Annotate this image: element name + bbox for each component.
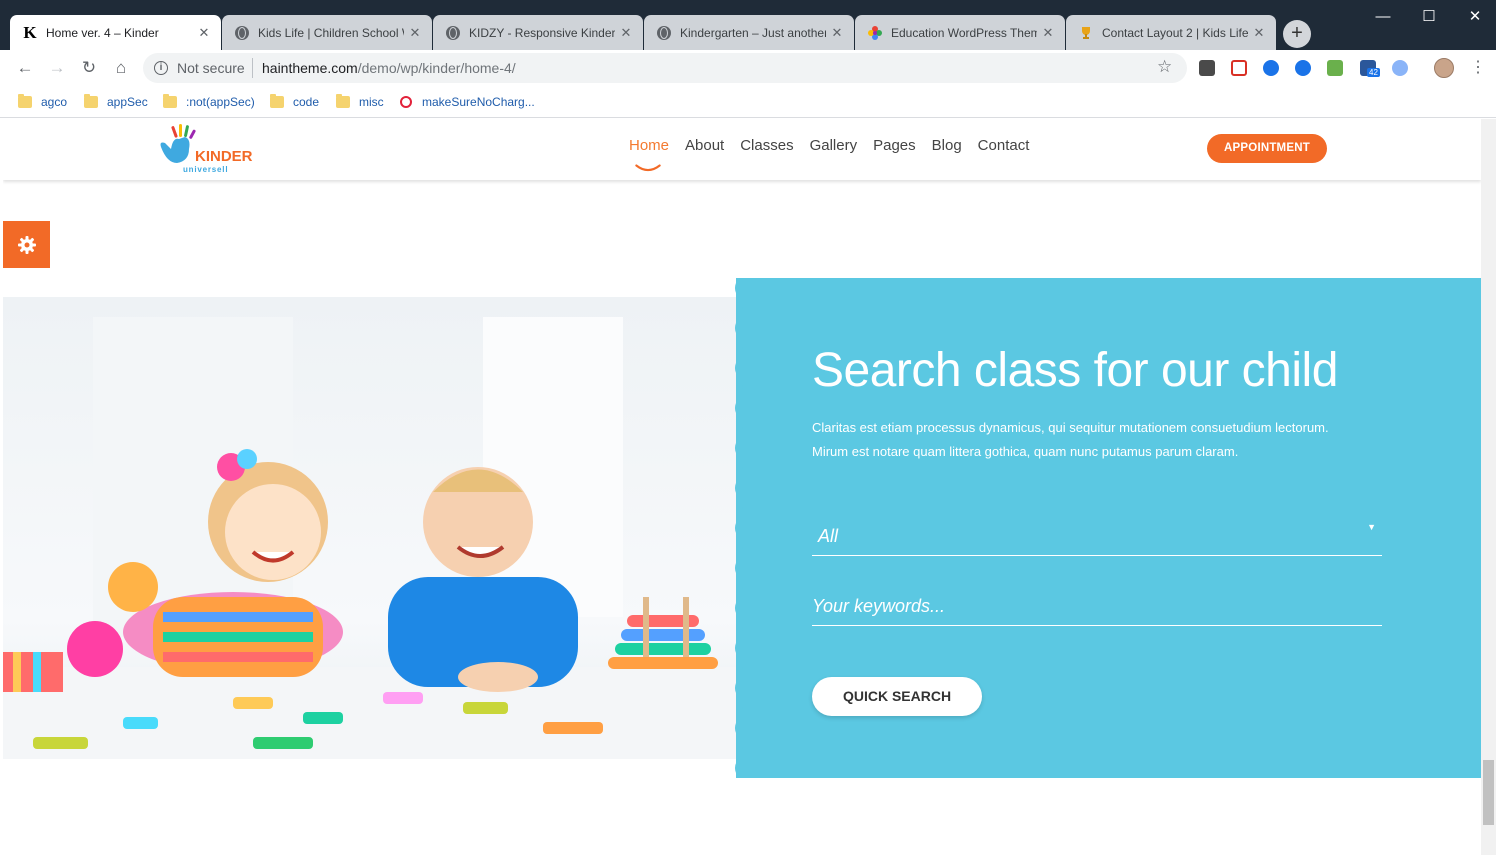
search-description: Claritas est etiam processus dynamicus, … (812, 416, 1392, 464)
url-separator (252, 58, 253, 78)
tab-home-ver-4[interactable]: K Home ver. 4 – Kinder ✕ (10, 15, 221, 50)
bookmark-not-appsec[interactable]: :not(appSec) (163, 93, 255, 111)
wavy-edge (735, 278, 749, 778)
settings-toggle-button[interactable] (3, 221, 50, 268)
opera-icon (400, 96, 412, 108)
main-nav: Home About Classes Gallery Pages Blog Co… (629, 137, 1045, 154)
info-icon[interactable]: i (154, 61, 168, 75)
tab-title: Education WordPress Them (891, 25, 1037, 40)
active-smile-icon (635, 164, 661, 172)
kids-playing-photo (3, 297, 741, 759)
tab-title: Kindergarten – Just another (680, 25, 826, 40)
folder-icon (84, 94, 98, 108)
tab-kidzy[interactable]: KIDZY - Responsive Kinderg ✕ (433, 15, 643, 50)
bookmark-label: appSec (107, 95, 148, 109)
description-line-2: Mirum est notare quam littera gothica, q… (812, 444, 1239, 459)
bookmark-label: agco (41, 95, 68, 109)
extension-badge: 42 (1367, 68, 1380, 77)
url-host: haintheme.com (262, 60, 358, 76)
dropdown-caret-icon: ▼ (1367, 522, 1376, 532)
search-title: Search class for our child (812, 344, 1338, 397)
colorful-flower-icon (867, 25, 883, 41)
keywords-placeholder: Your keywords... (812, 596, 946, 616)
new-tab-button[interactable]: + (1283, 20, 1311, 48)
word-extension-icon[interactable]: 42 (1360, 60, 1380, 77)
gmail-icon[interactable] (1231, 60, 1247, 76)
close-icon[interactable]: ✕ (197, 25, 211, 41)
kinder-k-icon: K (23, 22, 37, 42)
keywords-input[interactable]: Your keywords... (812, 588, 1382, 626)
tab-kindergarten[interactable]: Kindergarten – Just another ✕ (644, 15, 854, 50)
bookmark-label: makeSureNoCharg... (422, 95, 535, 109)
maximize-button[interactable]: ☐ (1406, 0, 1452, 34)
nav-gallery[interactable]: Gallery (810, 137, 858, 154)
bookmark-label: misc (359, 95, 384, 109)
url-text[interactable]: haintheme.com/demo/wp/kinder/home-4/ (262, 60, 516, 76)
back-button[interactable]: ← (13, 56, 37, 80)
leaf-extension-icon[interactable] (1327, 60, 1343, 76)
folder-icon (336, 94, 350, 108)
nav-contact[interactable]: Contact (978, 137, 1030, 154)
logo-subtext: universell (183, 165, 228, 174)
chrome-menu-icon[interactable]: ⋮ (1470, 57, 1486, 77)
globe-icon (445, 25, 461, 41)
nav-about[interactable]: About (685, 137, 724, 154)
close-icon[interactable]: ✕ (1252, 25, 1266, 41)
nav-blog[interactable]: Blog (932, 137, 962, 154)
tab-kids-life[interactable]: Kids Life | Children School W ✕ (222, 15, 432, 50)
bookmark-misc[interactable]: misc (336, 93, 384, 111)
close-icon[interactable]: ✕ (408, 25, 422, 41)
tab-title: Kids Life | Children School W (258, 25, 404, 40)
gear-icon (17, 235, 36, 254)
bookmark-code[interactable]: code (270, 93, 319, 111)
minimize-button[interactable]: — (1360, 0, 1406, 34)
globe-icon (656, 25, 672, 41)
site-header: KINDER universell Home About Classes Gal… (3, 119, 1481, 180)
folder-icon (163, 94, 177, 108)
globe-extension-icon[interactable] (1263, 60, 1279, 76)
bookmark-appsec[interactable]: appSec (84, 93, 148, 111)
checkmark-extension-icon[interactable] (1295, 60, 1311, 76)
close-icon[interactable]: ✕ (619, 25, 633, 41)
home-button[interactable]: ⌂ (109, 56, 133, 80)
scrollbar-thumb[interactable] (1483, 760, 1494, 825)
page-scrollbar[interactable] (1481, 119, 1496, 855)
globe-icon (234, 25, 250, 41)
bookmark-makesurenocharg[interactable]: makeSureNoCharg... (400, 93, 535, 111)
profile-avatar[interactable] (1434, 58, 1454, 78)
tab-education-wordpress[interactable]: Education WordPress Them ✕ (855, 15, 1065, 50)
quick-search-button[interactable]: QUICK SEARCH (812, 677, 982, 716)
reload-button[interactable]: ↻ (77, 56, 101, 80)
trophy-icon (1078, 25, 1094, 41)
appointment-button[interactable]: APPOINTMENT (1207, 134, 1327, 163)
folder-icon (270, 94, 284, 108)
folder-icon (18, 94, 32, 108)
bookmark-agco[interactable]: agco (18, 93, 67, 111)
url-path: /demo/wp/kinder/home-4/ (357, 60, 516, 76)
description-line-1: Claritas est etiam processus dynamicus, … (812, 420, 1329, 435)
class-select-value: All (818, 526, 839, 546)
security-label[interactable]: Not secure (177, 60, 245, 76)
moon-extension-icon[interactable] (1392, 60, 1408, 76)
close-icon[interactable]: ✕ (830, 25, 844, 41)
web-page: KINDER universell Home About Classes Gal… (3, 119, 1481, 855)
forward-button[interactable]: → (45, 56, 69, 80)
tab-title: KIDZY - Responsive Kinderg (469, 25, 615, 40)
logo-text: KINDER (195, 148, 253, 165)
download-extension-icon[interactable] (1199, 60, 1215, 76)
close-window-button[interactable]: ✕ (1452, 0, 1496, 34)
nav-home[interactable]: Home (629, 137, 669, 154)
tab-title: Contact Layout 2 | Kids Life (1102, 25, 1248, 40)
bookmark-label: code (293, 95, 320, 109)
tab-title: Home ver. 4 – Kinder (46, 25, 159, 40)
kinder-logo[interactable]: KINDER universell (155, 123, 265, 177)
bookmark-label: :not(appSec) (186, 95, 255, 109)
nav-pages[interactable]: Pages (873, 137, 916, 154)
class-select[interactable]: All ▼ (812, 518, 1382, 556)
tab-contact-layout[interactable]: Contact Layout 2 | Kids Life ✕ (1066, 15, 1276, 50)
bookmark-star-icon[interactable]: ☆ (1157, 57, 1172, 77)
close-icon[interactable]: ✕ (1041, 25, 1055, 41)
nav-classes[interactable]: Classes (740, 137, 793, 154)
